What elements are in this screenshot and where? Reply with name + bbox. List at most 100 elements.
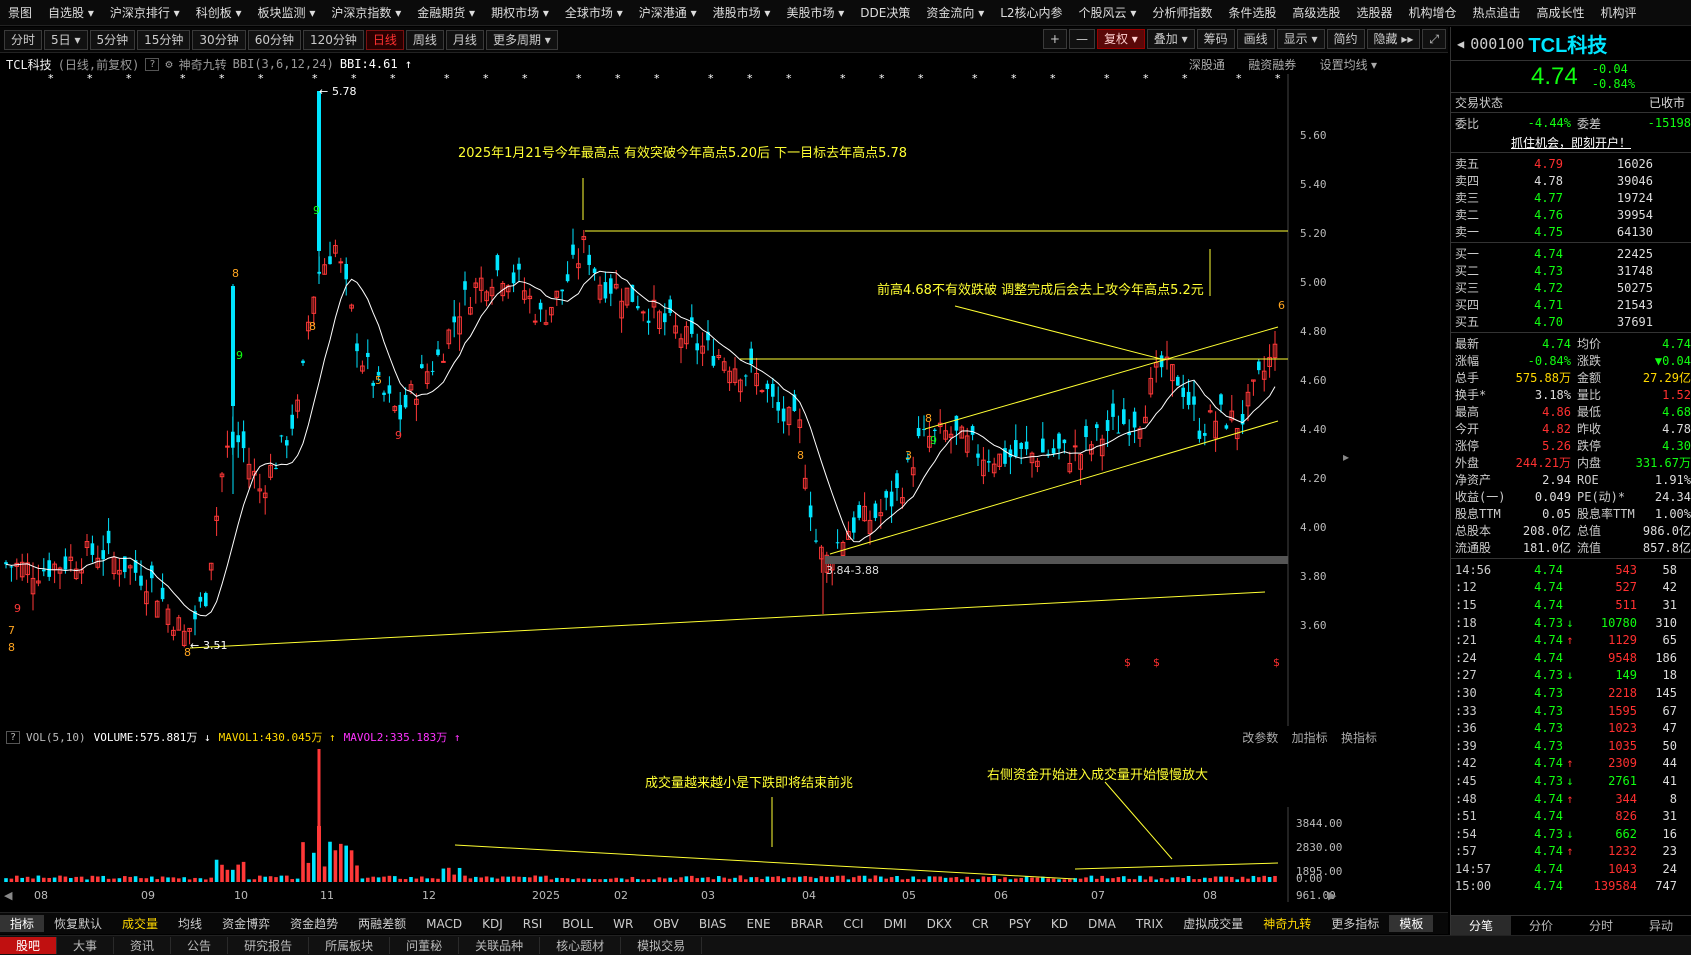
toolbar-button[interactable]: 复权 ▾ [1096, 29, 1145, 49]
top-menu-item[interactable]: 科创板 ▾ [188, 4, 250, 21]
indicator-tab[interactable]: 两融差额 [348, 915, 416, 932]
indicator-tab[interactable]: MACD [416, 917, 472, 931]
top-menu-item[interactable]: 分析师指数 [1144, 4, 1220, 21]
indicator-tab[interactable]: 恢复默认 [44, 915, 112, 932]
indicator-tab[interactable]: 虚拟成交量 [1173, 915, 1253, 932]
help-icon[interactable]: ? [145, 57, 160, 71]
top-menu-item[interactable]: 期权市场 ▾ [483, 4, 557, 21]
indicator-tab[interactable]: 资金博弈 [212, 915, 280, 932]
top-menu-item[interactable]: 全球市场 ▾ [557, 4, 631, 21]
quote-tab[interactable]: 分笔 [1451, 916, 1511, 935]
toolbar-button[interactable]: + [1042, 29, 1067, 49]
toolbar-button[interactable]: 画线 [1236, 29, 1275, 49]
top-menu-item[interactable]: L2核心内参 [992, 4, 1070, 21]
bottom-tab[interactable]: 核心题材 [540, 937, 622, 954]
period-tab[interactable]: 分时 [4, 29, 43, 50]
indicator-tab[interactable]: BRAR [781, 917, 834, 931]
indicator-tab[interactable]: BOLL [552, 917, 603, 931]
quote-tab[interactable]: 异动 [1631, 916, 1691, 935]
top-menu-item[interactable]: DDE决策 [852, 4, 918, 21]
top-menu-item[interactable]: 沪深港通 ▾ [631, 4, 705, 21]
volume-chart[interactable]: 3844.002830.001895.00961.000.00成交量越来越小是下… [0, 747, 1385, 902]
indicator-tab[interactable]: DMI [874, 917, 917, 931]
indicator-tab[interactable]: BIAS [689, 917, 737, 931]
top-menu-item[interactable]: 条件选股 [1220, 4, 1284, 21]
period-tab[interactable]: 5日 ▾ [44, 29, 88, 50]
indicator-tab[interactable]: PSY [999, 917, 1041, 931]
indicator-tab[interactable]: KDJ [472, 917, 513, 931]
link-edit-params[interactable]: 改参数 [1242, 731, 1278, 745]
kline-chart[interactable]: 5.60 5.40 5.20 5.00 4.80 4.60 4.40 4.20 4.00 3.80… [0, 74, 1385, 726]
indicator-tab[interactable]: DMA [1078, 917, 1126, 931]
indicator-tab[interactable]: KD [1041, 917, 1078, 931]
top-menu-item[interactable]: 自选股 ▾ [40, 4, 102, 21]
period-tab[interactable]: 月线 [445, 29, 484, 50]
gear-icon[interactable]: ⚙ [165, 57, 172, 71]
bottom-tab[interactable]: 模拟交易 [621, 937, 703, 954]
link-set-ma[interactable]: 设置均线 ▾ [1320, 58, 1377, 72]
indicator-tab[interactable]: CCI [833, 917, 873, 931]
toolbar-button[interactable]: 筹码 [1196, 29, 1235, 49]
help-icon[interactable]: ? [6, 730, 21, 744]
toolbar-button[interactable]: 简约 [1326, 29, 1365, 49]
top-menu-item[interactable]: 机构评 [1593, 4, 1645, 21]
top-menu-item[interactable]: 港股市场 ▾ [705, 4, 779, 21]
period-tab[interactable]: 更多周期 ▾ [485, 29, 558, 50]
open-account-link[interactable]: 抓住机会，即刻开户！ [1451, 133, 1691, 153]
indicator-tab[interactable]: 更多指标 [1321, 915, 1389, 932]
top-menu-item[interactable]: 沪深京指数 ▾ [323, 4, 409, 21]
top-menu-item[interactable]: 沪深京排行 ▾ [102, 4, 188, 21]
indicator-label[interactable]: 神奇九转 [179, 56, 227, 73]
indicator-tab[interactable]: OBV [643, 917, 689, 931]
top-menu-item[interactable]: 机构增仓 [1400, 4, 1464, 21]
indicator-tab[interactable]: 神奇九转 [1253, 915, 1321, 932]
top-menu-item[interactable]: 高成长性 [1528, 4, 1592, 21]
top-menu-item[interactable]: 个股风云 ▾ [1071, 4, 1145, 21]
period-tab[interactable]: 60分钟 [247, 29, 301, 50]
toolbar-button[interactable]: 叠加 ▾ [1146, 29, 1195, 49]
bottom-tab[interactable]: 资讯 [114, 937, 172, 954]
bottom-tab[interactable]: 大事 [57, 937, 115, 954]
link-shenggutong[interactable]: 深股通 [1189, 58, 1225, 72]
period-tab[interactable]: 30分钟 [192, 29, 246, 50]
indicator-tab[interactable]: TRIX [1126, 917, 1173, 931]
top-menu-item[interactable]: 板块监测 ▾ [250, 4, 324, 21]
bottom-tab[interactable]: 研究报告 [228, 937, 310, 954]
quote-tab[interactable]: 分价 [1511, 916, 1571, 935]
indicator-tab[interactable]: RSI [513, 917, 553, 931]
toolbar-button[interactable]: — [1068, 29, 1095, 49]
link-add-indicator[interactable]: 加指标 [1292, 731, 1328, 745]
bottom-tab[interactable]: 公告 [171, 937, 229, 954]
indicator-tab[interactable]: 指标 [0, 915, 45, 932]
top-menu-item[interactable]: 美股市场 ▾ [778, 4, 852, 21]
bottom-tab[interactable]: 所属板块 [309, 937, 391, 954]
indicator-tab[interactable]: ENE [736, 917, 780, 931]
indicator-tab[interactable]: 资金趋势 [280, 915, 348, 932]
quote-tab[interactable]: 分时 [1571, 916, 1631, 935]
indicator-tab[interactable]: 模板 [1389, 915, 1434, 932]
period-tab[interactable]: 15分钟 [137, 29, 191, 50]
toolbar-button[interactable]: ⤢ [1422, 29, 1446, 49]
link-margin[interactable]: 融资融券 [1248, 58, 1296, 72]
vol-title[interactable]: VOL(5,10) [26, 731, 86, 744]
period-tab[interactable]: 日线 [365, 29, 404, 50]
top-menu-item[interactable]: 金融期货 ▾ [409, 4, 483, 21]
bottom-tab[interactable]: 股吧 [0, 937, 58, 954]
period-tab[interactable]: 周线 [405, 29, 444, 50]
bottom-tab[interactable]: 问董秘 [390, 937, 460, 954]
indicator-tab[interactable]: 成交量 [112, 915, 168, 932]
top-menu-item[interactable]: 选股器 [1348, 4, 1400, 21]
toolbar-button[interactable]: 显示 ▾ [1276, 29, 1325, 49]
bbi-params[interactable]: BBI(3,6,12,24) [233, 57, 334, 71]
indicator-tab[interactable]: WR [603, 917, 643, 931]
bottom-tab[interactable]: 关联品种 [459, 937, 541, 954]
link-switch-indicator[interactable]: 换指标 [1341, 731, 1377, 745]
top-menu-item[interactable]: 热点追击 [1464, 4, 1528, 21]
period-tab[interactable]: 5分钟 [89, 29, 136, 50]
indicator-tab[interactable]: DKX [917, 917, 962, 931]
indicator-tab[interactable]: 均线 [168, 915, 212, 932]
toolbar-button[interactable]: 隐藏 ▸▸ [1366, 29, 1421, 49]
top-menu-item[interactable]: 资金流向 ▾ [918, 4, 992, 21]
top-menu-item[interactable]: 高级选股 [1284, 4, 1348, 21]
period-tab[interactable]: 120分钟 [302, 29, 364, 50]
